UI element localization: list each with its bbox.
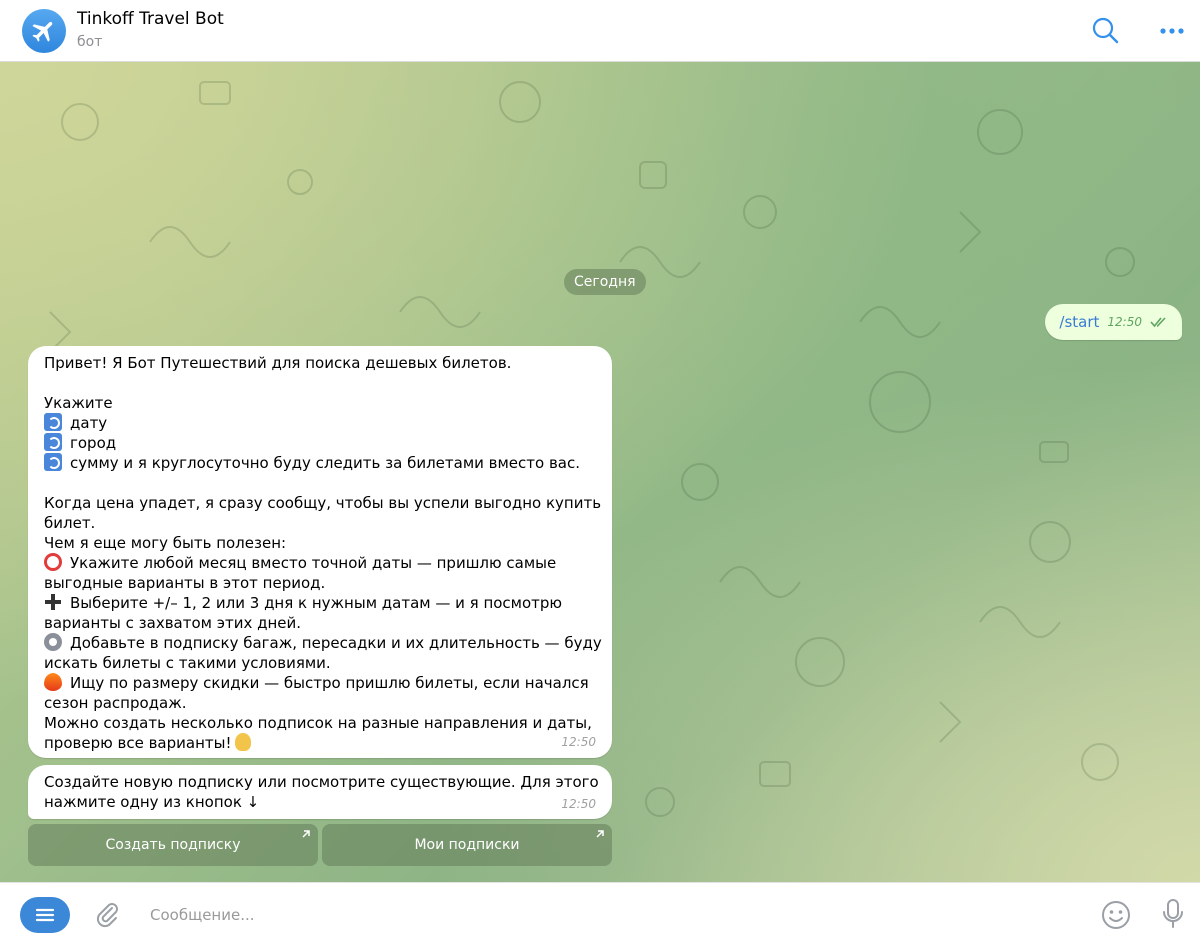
attach-button[interactable] [92, 899, 122, 929]
microphone-icon [1163, 899, 1183, 928]
arrow-up-right-icon [596, 830, 604, 838]
my-subscriptions-button[interactable]: Мои подписки [322, 824, 612, 866]
message-line: Чем я еще могу быть полезен: [44, 533, 596, 553]
message-line-text: сезон распродаж. [44, 694, 187, 712]
message-line: Ищу по размеру скидки — быстро пришлю би… [44, 673, 596, 693]
outgoing-message[interactable]: /start 12:50 [1045, 304, 1182, 340]
message-line: Создайте новую подписку или посмотрите с… [44, 773, 599, 791]
message-line-text: Ищу по размеру скидки — быстро пришлю би… [70, 674, 589, 692]
chat-header: Tinkoff Travel Bot бот [0, 0, 1200, 62]
fire-icon [44, 673, 62, 691]
incoming-message-prompt[interactable]: Создайте новую подписку или посмотрите с… [28, 765, 612, 819]
message-body: Привет! Я Бот Путешествий для поиска деш… [44, 353, 602, 753]
create-subscription-button[interactable]: Создать подписку [28, 824, 318, 866]
incoming-message-welcome[interactable]: Привет! Я Бот Путешествий для поиска деш… [28, 346, 612, 758]
plus-icon [44, 593, 62, 611]
message-line-text: город [70, 434, 117, 452]
message-line-text: Укажите [44, 394, 113, 412]
message-line: сумму и я круглосуточно буду следить за … [44, 453, 596, 473]
menu-icon [35, 908, 55, 922]
message-line-text: проверю все варианты! [44, 734, 232, 752]
ok-hand-icon [235, 733, 252, 751]
date-separator: Сегодня [564, 269, 646, 295]
message-line-text: Чем я еще могу быть полезен: [44, 534, 287, 552]
message-line: варианты с захватом этих дней. [44, 613, 596, 633]
double-check-icon [1150, 317, 1166, 328]
message-line-text: билет. [44, 514, 96, 532]
message-line: Когда цена упадет, я сразу сообщу, чтобы… [44, 493, 601, 513]
message-line: проверю все варианты! [44, 733, 596, 753]
message-line-text: искать билеты с такими условиями. [44, 654, 331, 672]
more-button[interactable] [1156, 15, 1188, 47]
button-label: Мои подписки [414, 837, 520, 853]
paperclip-icon [96, 903, 118, 928]
search-button[interactable] [1090, 15, 1122, 47]
message-line: Можно создать несколько подписок на разн… [44, 713, 596, 733]
message-line-text: Добавьте в подписку багаж, пересадки и и… [70, 634, 602, 652]
bot-menu-button[interactable] [20, 897, 70, 933]
chat-title[interactable]: Tinkoff Travel Bot [77, 9, 224, 29]
message-line: нажмите одну из кнопок ↓ [44, 793, 260, 811]
message-time: 12:50 [561, 735, 596, 749]
alarm-clock-icon [44, 553, 62, 571]
message-composer [0, 882, 1200, 940]
voice-record-button[interactable] [1158, 897, 1188, 931]
message-line: город [44, 433, 596, 453]
message-line-text: сумму и я круглосуточно буду следить за … [70, 454, 581, 472]
smile-icon [1102, 901, 1130, 929]
search-icon [1092, 17, 1119, 44]
outgoing-message-text[interactable]: /start [1059, 313, 1099, 331]
message-line: Добавьте в подписку багаж, пересадки и и… [44, 633, 602, 653]
airplane-icon [32, 21, 53, 42]
message-line: сезон распродаж. [44, 693, 596, 713]
message-line-text: выгодные варианты в этот период. [44, 574, 326, 592]
message-line: искать билеты с такими условиями. [44, 653, 596, 673]
bot-avatar[interactable] [22, 9, 66, 53]
message-line-text: варианты с захватом этих дней. [44, 614, 302, 632]
button-label: Создать подписку [105, 837, 241, 853]
more-dots-icon [1160, 28, 1184, 34]
message-line-text: дату [70, 414, 108, 432]
message-line-text: Выберите +/– 1, 2 или 3 дня к нужным дат… [70, 594, 563, 612]
arrow-up-right-icon [302, 830, 310, 838]
message-line: выгодные варианты в этот период. [44, 573, 596, 593]
message-line: Выберите +/– 1, 2 или 3 дня к нужным дат… [44, 593, 596, 613]
message-line: Укажите [44, 393, 596, 413]
message-time: 12:50 [561, 797, 596, 811]
message-line-text: Можно создать несколько подписок на разн… [44, 714, 592, 732]
chat-subtitle: бот [77, 34, 103, 50]
arrows-icon [44, 453, 62, 471]
message-line: Привет! Я Бот Путешествий для поиска деш… [44, 353, 596, 373]
arrows-icon [44, 433, 62, 451]
chat-area[interactable]: Сегодня /start 12:50 Привет! Я Бот Путеш… [0, 62, 1200, 882]
message-time: 12:50 [1107, 315, 1142, 329]
gear-icon [44, 633, 62, 651]
message-line: Укажите любой месяц вместо точной даты —… [44, 553, 596, 573]
message-line-text: Привет! Я Бот Путешествий для поиска деш… [44, 354, 512, 372]
message-line: билет. [44, 513, 596, 533]
emoji-button[interactable] [1100, 899, 1132, 931]
message-line: дату [44, 413, 596, 433]
message-input[interactable] [150, 897, 1050, 933]
arrows-icon [44, 413, 62, 431]
message-line-text: Укажите любой месяц вместо точной даты —… [70, 554, 557, 572]
message-line-text: Когда цена упадет, я сразу сообщу, чтобы… [44, 494, 602, 512]
